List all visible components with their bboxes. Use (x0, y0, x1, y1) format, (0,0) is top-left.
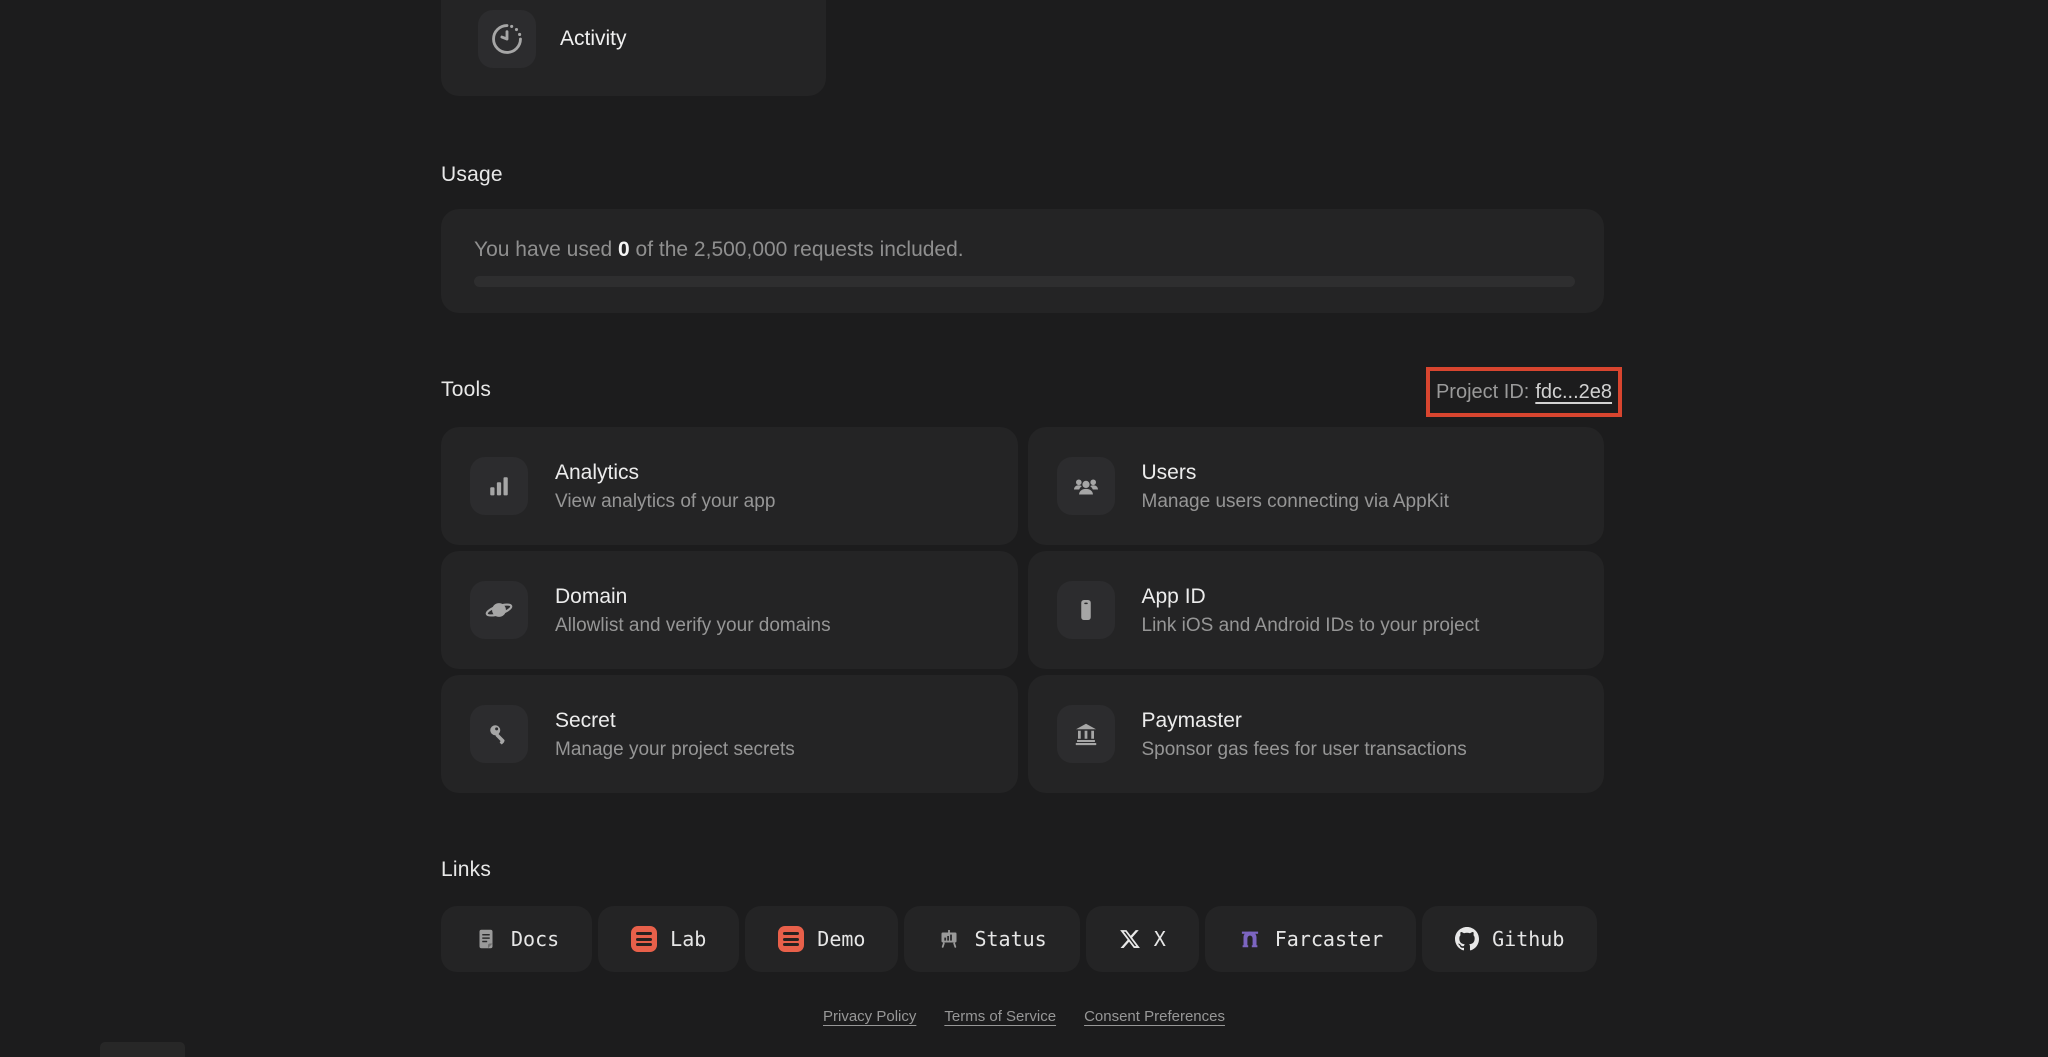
usage-heading: Usage (441, 163, 503, 186)
project-id-label: Project ID: (1435, 380, 1530, 403)
tools-heading: Tools (441, 378, 492, 401)
link-label: Lab (670, 927, 707, 951)
tool-card-analytics[interactable]: Analytics View analytics of your app (441, 427, 1018, 545)
bar-chart-icon (470, 457, 528, 515)
github-link-button[interactable]: Github (1422, 906, 1598, 972)
github-icon (1455, 927, 1480, 951)
users-icon (1056, 457, 1115, 515)
tool-description: Allowlist and verify your domains (555, 615, 831, 636)
link-label: Status (974, 927, 1047, 951)
x-logo-icon (1119, 928, 1141, 950)
smartphone-icon (1056, 581, 1115, 639)
cookie-widget-edge (100, 1042, 185, 1057)
footer-links: Privacy Policy Terms of Service Consent … (0, 1008, 2048, 1025)
activity-label: Activity (560, 27, 627, 50)
farcaster-icon (1238, 927, 1262, 951)
activity-clock-icon (478, 10, 536, 68)
tool-title: App ID (1141, 585, 1206, 608)
tool-description: Link iOS and Android IDs to your project (1141, 615, 1480, 636)
tool-description: Sponsor gas fees for user transactions (1141, 739, 1467, 760)
tool-title: Analytics (555, 461, 640, 484)
tool-card-paymaster[interactable]: Paymaster Sponsor gas fees for user tran… (1027, 675, 1604, 793)
project-id-highlight-box[interactable]: Project ID: fdc...2e8 (1426, 367, 1622, 417)
tool-description: View analytics of your app (555, 491, 776, 512)
tool-title: Domain (555, 585, 628, 608)
link-label: Github (1492, 927, 1565, 951)
tool-title: Secret (555, 709, 616, 732)
status-link-button[interactable]: Status (904, 906, 1080, 972)
bank-icon (1056, 705, 1115, 763)
link-label: X (1153, 927, 1166, 951)
usage-card: You have used 0 of the 2,500,000 request… (441, 209, 1604, 313)
tool-title: Paymaster (1141, 709, 1242, 732)
tool-card-app-id[interactable]: App ID Link iOS and Android IDs to your … (1027, 551, 1604, 669)
link-label: Docs (511, 927, 560, 951)
links-heading: Links (441, 858, 492, 881)
docs-icon (474, 927, 498, 951)
tool-description: Manage your project secrets (555, 739, 795, 760)
consent-preferences-link[interactable]: Consent Preferences (1084, 1008, 1225, 1025)
planet-icon (470, 581, 528, 639)
link-label: Farcaster (1274, 927, 1384, 951)
lab-link-button[interactable]: Lab (598, 906, 740, 972)
tools-grid: Analytics View analytics of your app Use… (441, 427, 1604, 793)
privacy-policy-link[interactable]: Privacy Policy (823, 1008, 916, 1025)
usage-message: You have used 0 of the 2,500,000 request… (474, 238, 964, 262)
x-link-button[interactable]: X (1085, 906, 1199, 972)
project-id-value[interactable]: fdc...2e8 (1535, 381, 1612, 404)
usage-progress-bar (474, 276, 1575, 287)
demo-link-button[interactable]: Demo (745, 906, 899, 972)
key-icon (470, 705, 528, 763)
activity-card[interactable]: Activity (441, 0, 826, 96)
link-label: Demo (817, 927, 866, 951)
usage-message-prefix: You have used (474, 238, 619, 261)
tool-title: Users (1141, 461, 1197, 484)
demo-icon (778, 926, 805, 952)
lab-icon (631, 926, 658, 952)
tool-card-users[interactable]: Users Manage users connecting via AppKit (1027, 427, 1604, 545)
status-icon (937, 927, 961, 951)
usage-used-count: 0 (618, 238, 630, 261)
usage-message-suffix: of the 2,500,000 requests included. (629, 238, 964, 261)
docs-link-button[interactable]: Docs (441, 906, 593, 972)
tool-description: Manage users connecting via AppKit (1141, 491, 1449, 512)
links-row: Docs Lab Demo Status X Farcaster Github (441, 906, 1598, 972)
tool-card-domain[interactable]: Domain Allowlist and verify your domains (441, 551, 1018, 669)
farcaster-link-button[interactable]: Farcaster (1204, 906, 1417, 972)
terms-of-service-link[interactable]: Terms of Service (944, 1008, 1056, 1025)
tool-card-secret[interactable]: Secret Manage your project secrets (441, 675, 1018, 793)
